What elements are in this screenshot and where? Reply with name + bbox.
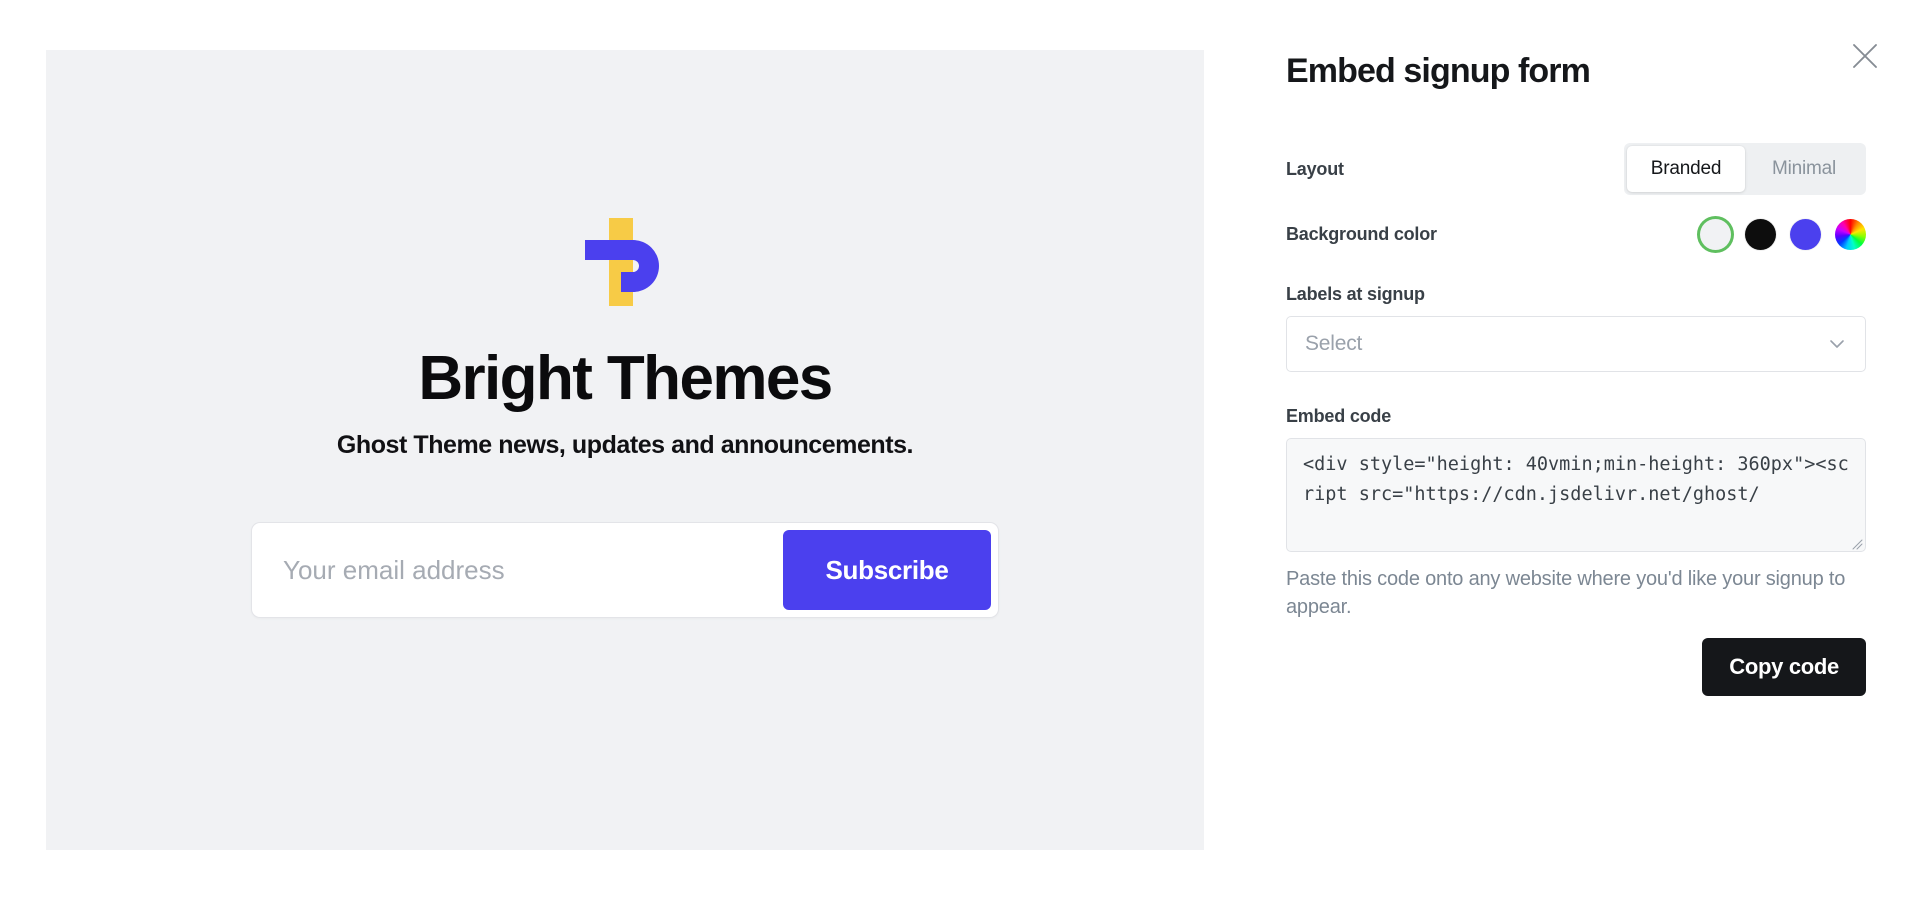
layout-option-minimal[interactable]: Minimal [1745,146,1863,192]
background-color-swatches [1700,219,1866,250]
preview-signup-form: Subscribe [251,522,999,619]
preview-site-description: Ghost Theme news, updates and announceme… [336,431,914,460]
embed-signup-form-screen: Bright Themes Ghost Theme news, updates … [0,0,1920,902]
color-swatch-accent[interactable] [1790,219,1821,250]
layout-label: Layout [1286,158,1344,179]
background-color-label: Background color [1286,224,1437,244]
bright-themes-logo-icon [577,214,673,310]
layout-row: Layout Branded Minimal [1286,143,1866,195]
labels-at-signup-value: Select [1305,332,1363,355]
color-swatch-black[interactable] [1745,219,1776,250]
preview-site-title: Bright Themes [418,344,833,413]
background-color-row: Background color [1286,219,1866,250]
color-swatch-white[interactable] [1700,219,1731,250]
settings-panel: Embed signup form Layout Branded Minimal… [1252,0,1920,902]
layout-segmented-control: Branded Minimal [1624,143,1866,195]
copy-code-button[interactable]: Copy code [1702,638,1866,696]
labels-at-signup-select[interactable]: Select [1286,316,1866,372]
color-swatch-custom[interactable] [1835,219,1866,250]
chevron-down-icon [1827,334,1847,354]
subscribe-button[interactable]: Subscribe [783,530,991,611]
layout-option-branded[interactable]: Branded [1627,146,1745,192]
labels-at-signup-label: Labels at signup [1286,284,1425,304]
labels-at-signup-field: Labels at signup Select [1286,284,1866,372]
embed-code-field: Embed code <div style="height: 40vmin;mi… [1286,406,1866,622]
embed-code-help-text: Paste this code onto any website where y… [1286,568,1846,619]
close-icon [1851,42,1879,70]
page-title: Embed signup form [1286,52,1591,90]
close-button[interactable] [1842,33,1888,79]
embed-code-label: Embed code [1286,406,1392,426]
embed-code-textarea[interactable]: <div style="height: 40vmin;min-height: 3… [1286,438,1866,552]
email-input[interactable] [259,530,783,611]
panel-footer: Copy code [1702,638,1866,696]
signup-form-preview: Bright Themes Ghost Theme news, updates … [46,50,1204,850]
